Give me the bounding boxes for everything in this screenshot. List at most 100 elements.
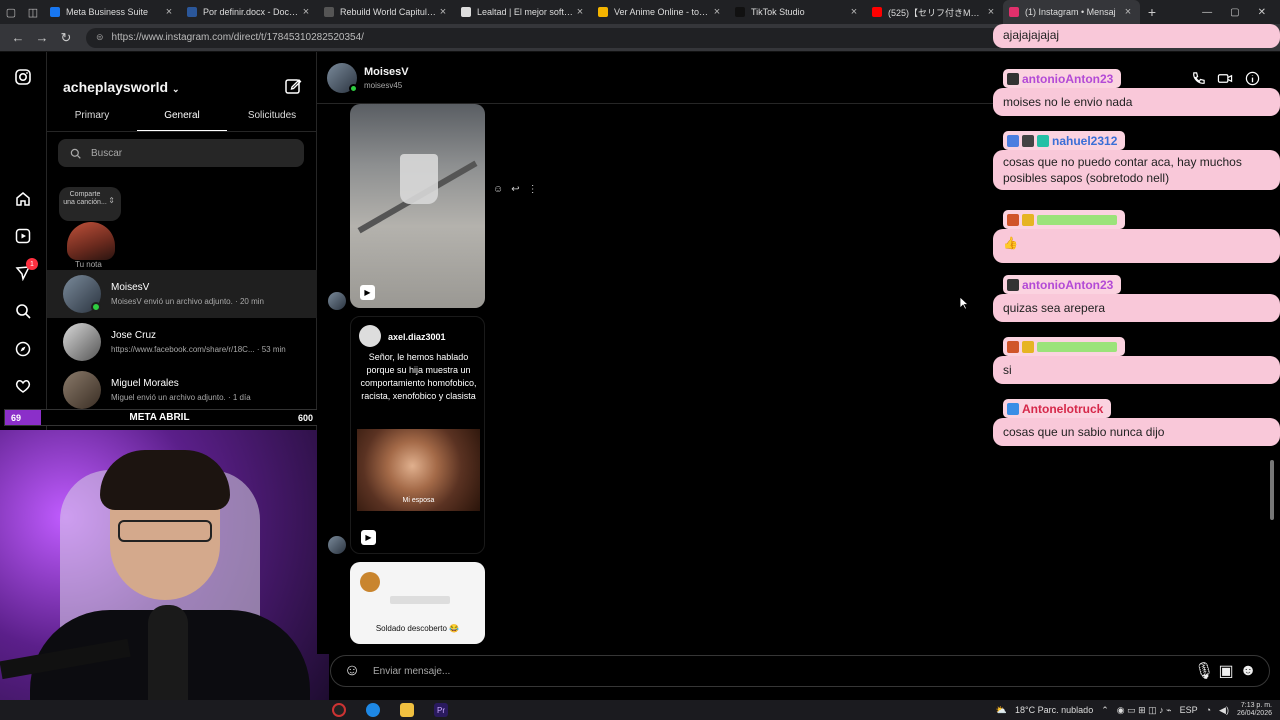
browser-tab[interactable]: Lealtad | El mejor software × xyxy=(455,0,592,24)
tab-favicon-icon xyxy=(461,7,471,17)
clock-time: 7:13 p. m. xyxy=(1240,702,1272,709)
tab-favicon-icon xyxy=(872,7,882,17)
tab-favicon-icon xyxy=(187,7,197,17)
chat-username xyxy=(1003,337,1125,356)
heart-icon[interactable] xyxy=(12,375,34,397)
chat-message: cosas que un sabio nunca dijo xyxy=(993,418,1280,446)
post-logo xyxy=(360,572,380,592)
more-options-icon[interactable]: ⋮ xyxy=(528,184,538,195)
reply-icon[interactable]: ↩ xyxy=(511,184,519,195)
back-icon[interactable]: ← xyxy=(6,30,30,45)
tab-search-icon[interactable]: ▢ xyxy=(0,0,22,24)
account-username: acheplaysworld xyxy=(63,79,169,95)
chat-username: Antonelotruck xyxy=(1003,399,1112,418)
explore-icon[interactable] xyxy=(12,338,34,360)
close-tab-icon[interactable]: × xyxy=(1122,6,1134,18)
obs-icon[interactable] xyxy=(332,703,346,717)
new-message-icon[interactable] xyxy=(284,77,302,95)
tab-title: TikTok Studio xyxy=(751,7,805,17)
message-actions: ☺ ↩ ⋮ xyxy=(493,184,538,195)
scrollbar[interactable] xyxy=(1270,460,1274,520)
browser-tab[interactable]: Ver Anime Online - todos lo× xyxy=(592,0,729,24)
language-indicator[interactable]: ESP xyxy=(1180,705,1198,715)
shared-post[interactable]: Soldado descoberto 😂 xyxy=(350,562,485,644)
reels-icon[interactable] xyxy=(12,225,34,247)
clock[interactable]: 7:13 p. m. 26/04/2026 xyxy=(1237,702,1272,718)
search-input[interactable]: Buscar xyxy=(58,139,304,167)
search-icon[interactable] xyxy=(12,300,34,322)
emoji-icon[interactable]: ☺ xyxy=(341,662,363,680)
notification-badge: 1 xyxy=(26,258,38,270)
avatar[interactable] xyxy=(67,222,115,260)
messages-icon[interactable]: 1 xyxy=(12,258,38,284)
minimize-icon[interactable]: — xyxy=(1202,7,1212,18)
home-icon[interactable] xyxy=(12,188,34,210)
volume-icon[interactable]: ◀) xyxy=(1219,705,1229,716)
tab-requests[interactable]: Solicitudes xyxy=(227,110,317,131)
tab-favicon-icon xyxy=(598,7,608,17)
conversation-item[interactable]: Jose Cruz https://www.facebook.com/share/… xyxy=(47,318,317,366)
chat-message-text: si xyxy=(1003,363,1012,377)
play-icon[interactable]: ▶ xyxy=(360,285,375,300)
browser-tab[interactable]: Por definir.docx - Documen× xyxy=(181,0,318,24)
close-tab-icon[interactable]: × xyxy=(300,6,312,18)
browser-tab[interactable]: Rebuild World Capitulo 49 -× xyxy=(318,0,455,24)
message-input[interactable]: Enviar mensaje... xyxy=(373,666,1193,677)
edge-icon[interactable] xyxy=(366,703,380,717)
badge-icon xyxy=(1037,134,1049,147)
browser-tab[interactable]: (525)【セリフ付きMAD】RE:ti× xyxy=(866,0,1003,24)
mouse-cursor-icon xyxy=(959,296,969,310)
new-tab-icon[interactable]: + xyxy=(1140,4,1164,20)
tab-general[interactable]: General xyxy=(137,110,227,131)
shared-reel[interactable]: ▶ xyxy=(350,104,485,308)
chevron-up-icon[interactable]: ⌃ xyxy=(1101,705,1109,716)
chat-username xyxy=(1003,210,1125,229)
maximize-icon[interactable]: ▢ xyxy=(1230,7,1239,18)
reload-icon[interactable]: ↻ xyxy=(54,30,78,46)
play-icon[interactable]: ▶ xyxy=(361,530,376,545)
chat-username-text: antonioAnton23 xyxy=(1022,71,1114,86)
close-tab-icon[interactable]: × xyxy=(574,6,586,18)
workspace-icon[interactable]: ◫ xyxy=(22,0,44,24)
conversation-name: Jose Cruz xyxy=(111,330,157,341)
close-tab-icon[interactable]: × xyxy=(437,6,449,18)
close-tab-icon[interactable]: × xyxy=(848,6,860,18)
browser-tab-active[interactable]: (1) Instagram • Mensaj × xyxy=(1003,0,1140,24)
avatar xyxy=(63,275,101,313)
tray-icons[interactable]: ◉ ▭ ⊞ ◫ ♪ ⌁ xyxy=(1117,705,1172,716)
tab-title: Por definir.docx - Documen xyxy=(203,7,300,17)
os-taskbar: Pr ⛅ 18°C Parc. nublado ⌃ ◉ ▭ ⊞ ◫ ♪ ⌁ ES… xyxy=(0,700,1280,720)
microphone-icon[interactable]: 🎙 xyxy=(1193,661,1215,681)
account-switcher[interactable]: acheplaysworld ⌄ xyxy=(63,79,180,95)
message-composer[interactable]: ☺ Enviar mensaje... 🎙 ▣ ☻ xyxy=(330,655,1270,687)
file-explorer-icon[interactable] xyxy=(400,703,414,717)
browser-tab[interactable]: Meta Business Suite × xyxy=(44,0,181,24)
shared-reel[interactable]: axel.diaz3001 Señor, le hemos hablado po… xyxy=(350,316,485,554)
tab-primary[interactable]: Primary xyxy=(47,110,137,131)
avatar xyxy=(328,536,346,554)
weather-text[interactable]: 18°C Parc. nublado xyxy=(1015,705,1093,715)
close-window-icon[interactable]: ✕ xyxy=(1258,7,1266,18)
chat-contact-name[interactable]: MoisesV xyxy=(364,66,409,78)
emoji-react-icon[interactable]: ☺ xyxy=(493,184,503,195)
conversation-item[interactable]: MoisesV MoisesV envió un archivo adjunto.… xyxy=(47,270,317,318)
chat-username-text: antonioAnton23 xyxy=(1022,277,1114,292)
close-tab-icon[interactable]: × xyxy=(163,6,175,18)
browser-tab[interactable]: TikTok Studio × xyxy=(729,0,866,24)
badge-icon xyxy=(1022,213,1034,226)
instagram-logo-icon[interactable] xyxy=(12,66,34,88)
close-tab-icon[interactable]: × xyxy=(985,6,997,18)
conversation-item[interactable]: Miguel Morales Miguel envió un archivo ad… xyxy=(47,366,317,414)
premiere-icon[interactable]: Pr xyxy=(434,703,448,717)
conversation-preview: https://www.facebook.com/share/r/18C... … xyxy=(111,345,286,354)
forward-icon[interactable]: → xyxy=(30,30,54,45)
site-info-icon[interactable]: ⊜ xyxy=(96,32,104,43)
chat-message: 👍 xyxy=(993,229,1280,263)
sticker-icon[interactable]: ☻ xyxy=(1237,662,1259,680)
note-bubble[interactable]: Comparte una canción... ⇕ xyxy=(59,187,121,221)
wifi-icon[interactable]: ◔ xyxy=(1206,705,1211,715)
close-tab-icon[interactable]: × xyxy=(711,6,723,18)
chat-message-text: cosas que un sabio nunca dijo xyxy=(1003,425,1165,439)
tab-title: Ver Anime Online - todos lo xyxy=(614,7,711,17)
image-icon[interactable]: ▣ xyxy=(1215,661,1237,681)
